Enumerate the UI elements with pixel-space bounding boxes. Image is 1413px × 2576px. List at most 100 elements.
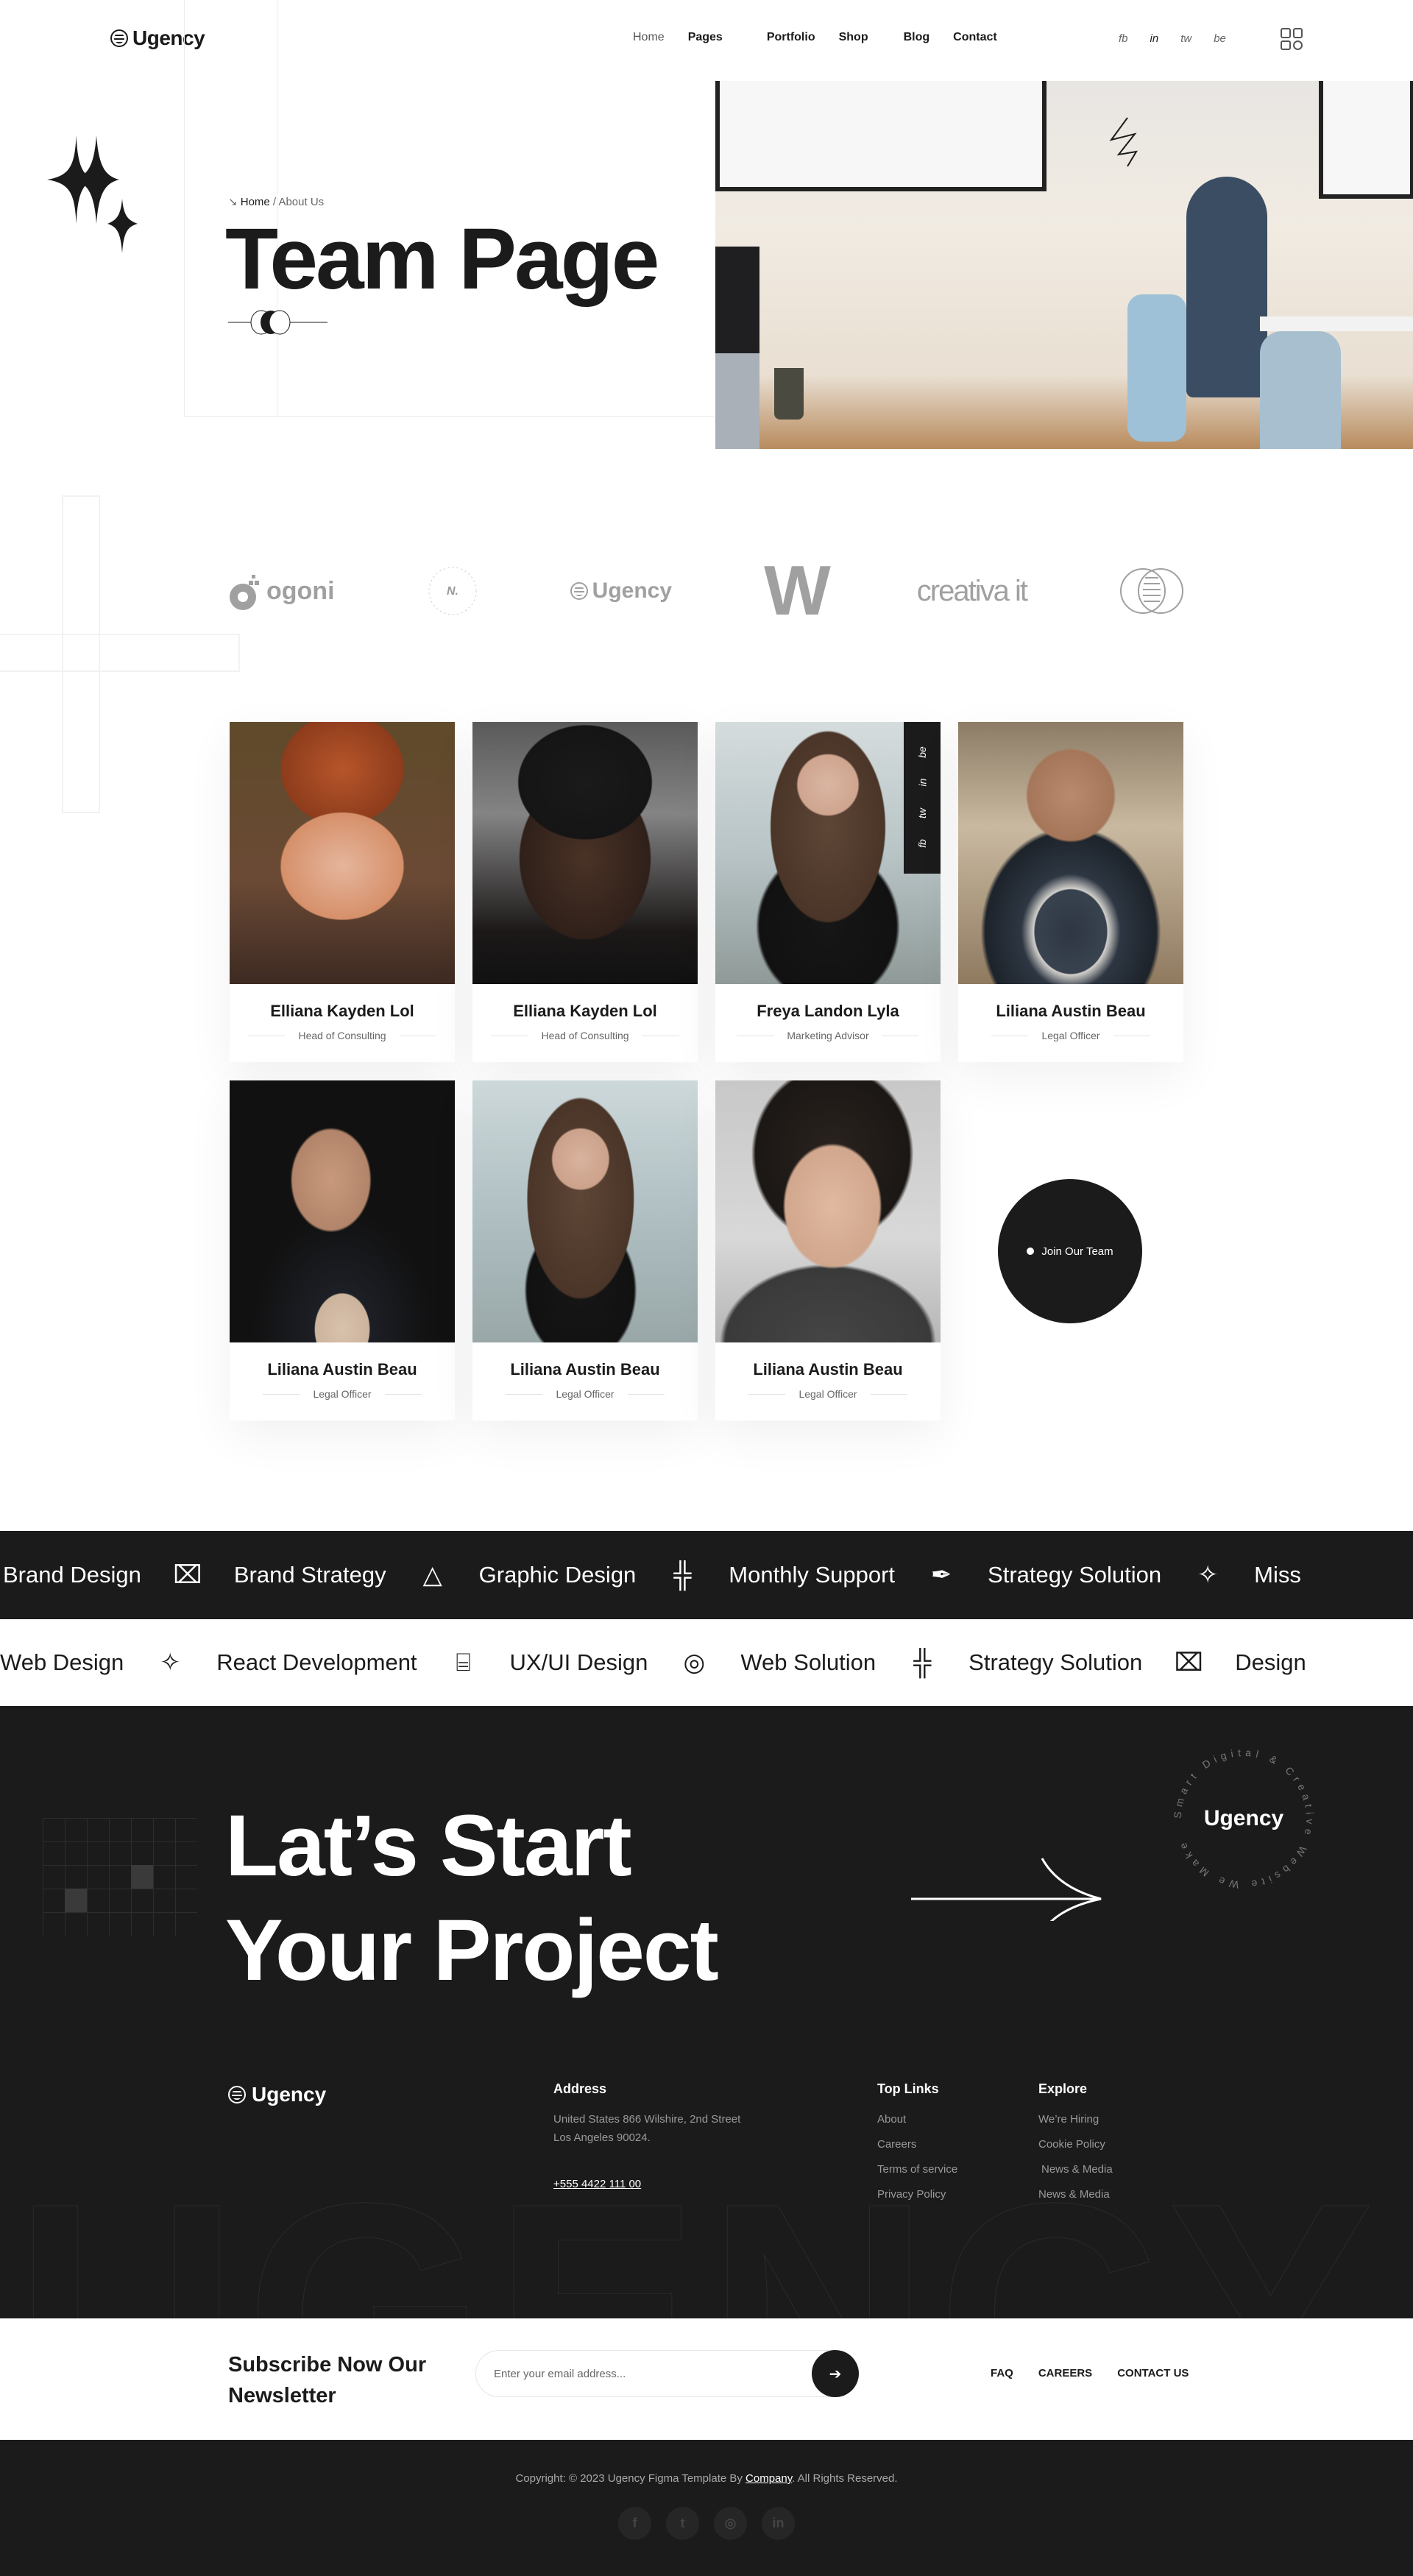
facebook-icon[interactable]: f <box>618 2507 651 2540</box>
company-link[interactable]: Company <box>746 2472 792 2485</box>
marquee-item: Miss <box>1254 1562 1301 1588</box>
member-name: Liliana Austin Beau <box>753 1360 903 1379</box>
member-role: Legal Officer <box>715 1388 941 1400</box>
member-role: Head of Consulting <box>472 1030 698 1041</box>
copyright-bar: Copyright: © 2023 Ugency Figma Template … <box>0 2440 1413 2576</box>
team-card[interactable]: Elliana Kayden Lol Head of Consulting <box>230 722 455 1062</box>
page-title: Team Page <box>225 210 659 308</box>
logo-icon <box>228 2086 246 2103</box>
member-photo <box>472 722 698 984</box>
facebook-link[interactable]: fb <box>1119 32 1128 45</box>
hero-frame <box>184 0 714 417</box>
faq-link[interactable]: FAQ <box>991 2367 1013 2379</box>
cta-footer-section: UGENCY Lat’s Start Your Project Smart Di… <box>0 1708 1413 2318</box>
nav-shop[interactable]: Shop <box>839 31 868 44</box>
footer-address: Address United States 866 Wilshire, 2nd … <box>553 2081 741 2190</box>
copyright-text: Copyright: © 2023 Ugency Figma Template … <box>515 2472 898 2485</box>
easel-icon: ⌧ <box>173 1561 202 1589</box>
subscribe-button[interactable]: ➔ <box>812 2350 859 2397</box>
footer-top-links: Top Links About Careers Terms of service… <box>877 2081 958 2201</box>
cylinder-icon: ⌸ <box>456 1649 471 1677</box>
member-photo: fb tw in be <box>715 722 941 984</box>
member-name: Liliana Austin Beau <box>996 1002 1146 1020</box>
team-card[interactable]: Liliana Austin Beau Legal Officer <box>958 722 1183 1062</box>
breadcrumb-current: About Us <box>278 196 325 208</box>
partner-logo-creativa-it[interactable]: creativa it <box>917 575 1028 608</box>
linkedin-link[interactable]: in <box>916 779 928 787</box>
footer-link-about[interactable]: About <box>877 2113 957 2126</box>
behance-link[interactable]: be <box>916 746 928 758</box>
footer-link-privacy[interactable]: Privacy Policy <box>877 2188 957 2201</box>
footer-link-news[interactable]: News & Media <box>1038 2163 1113 2176</box>
partner-logo-circles[interactable] <box>1119 567 1185 615</box>
newsletter-links: FAQ CAREERS CONTACT US <box>991 2367 1189 2379</box>
badge-center-text: Ugency <box>1203 1806 1284 1830</box>
careers-link[interactable]: CAREERS <box>1038 2367 1092 2379</box>
join-team-button[interactable]: Join Our Team <box>998 1179 1142 1323</box>
team-card[interactable]: Liliana Austin Beau Legal Officer <box>715 1080 941 1420</box>
cube-net-icon: ╬ <box>913 1649 932 1677</box>
member-social-bar: fb tw in be <box>904 722 941 874</box>
footer-socials: f t ◎ in <box>0 2507 1413 2540</box>
twitter-icon[interactable]: t <box>666 2507 699 2540</box>
asterisk-decor-icon <box>0 495 240 813</box>
breadcrumb-home[interactable]: Home <box>241 196 270 208</box>
footer-link-cookie[interactable]: Cookie Policy <box>1038 2138 1113 2151</box>
partner-logo-ogoni[interactable]: ogoni <box>228 570 335 612</box>
nav-contact[interactable]: Contact <box>953 31 997 44</box>
triangles-icon: △ <box>422 1561 442 1589</box>
partner-logo-creative-agency[interactable]: N. <box>427 565 478 617</box>
team-card[interactable]: Liliana Austin Beau Legal Officer <box>472 1080 698 1420</box>
marquee-item: Strategy Solution ⌧ <box>968 1646 1235 1680</box>
partner-logos: ogoni N. Ugency W creativa it <box>228 556 1185 626</box>
member-role: Legal Officer <box>958 1030 1183 1041</box>
nav-blog[interactable]: Blog <box>904 31 930 44</box>
facebook-link[interactable]: fb <box>916 839 928 848</box>
member-photo <box>715 1080 941 1342</box>
twitter-link[interactable]: tw <box>1180 32 1191 45</box>
behance-link[interactable]: be <box>1214 32 1226 45</box>
circles-divider-icon <box>228 310 327 335</box>
team-card[interactable]: Elliana Kayden Lol Head of Consulting <box>472 722 698 1062</box>
member-photo <box>958 722 1183 984</box>
member-role: Head of Consulting <box>230 1030 455 1041</box>
menu-grid-icon[interactable] <box>1281 28 1303 50</box>
nav-portfolio[interactable]: Portfolio <box>767 31 815 44</box>
rotating-badge[interactable]: Smart Digital & Creative Website We Make… <box>1166 1741 1321 1896</box>
footer-link-careers[interactable]: Careers <box>877 2138 957 2151</box>
partner-logo-ugency[interactable]: Ugency <box>570 578 672 604</box>
member-name: Liliana Austin Beau <box>267 1360 417 1379</box>
instagram-icon[interactable]: ◎ <box>714 2507 747 2540</box>
hero-image <box>715 81 1413 449</box>
linkedin-link[interactable]: in <box>1150 32 1159 45</box>
footer-link-terms[interactable]: Terms of service <box>877 2163 957 2176</box>
member-photo <box>230 1080 455 1342</box>
marquee-item: Brand Strategy △ <box>234 1558 479 1592</box>
phone-link[interactable]: +555 4422 111 00 <box>553 2178 740 2190</box>
twitter-link[interactable]: tw <box>916 808 928 818</box>
member-photo <box>230 722 455 984</box>
footer-brand[interactable]: Ugency <box>228 2083 326 2106</box>
arrow-right-icon[interactable] <box>911 1840 1106 1921</box>
marquee-item: Strategy Solution ✧ <box>988 1558 1254 1592</box>
newsletter-title: Subscribe Now Our Newsletter <box>228 2353 427 2408</box>
linkedin-icon[interactable]: in <box>762 2507 795 2540</box>
marquee-item: UX/UI Design ◎ <box>510 1646 741 1680</box>
member-role: Marketing Advisor <box>715 1030 941 1041</box>
marquee-item: React Development ⌸ <box>216 1646 509 1680</box>
team-card[interactable]: fb tw in be Freya Landon Lyla Marketing … <box>715 722 941 1062</box>
sparkle-icon: ✧ <box>160 1649 181 1677</box>
footer-link-hiring[interactable]: We’re Hiring <box>1038 2113 1113 2126</box>
marquee-item: Web Solution ╬ <box>740 1646 968 1680</box>
arrow-right-icon: ➔ <box>829 2366 842 2382</box>
member-name: Elliana Kayden Lol <box>513 1002 657 1020</box>
marquee-item: Web Design ✧ <box>0 1646 216 1680</box>
contact-us-link[interactable]: CONTACT US <box>1117 2367 1189 2379</box>
marquee-item: Graphic Design ╬ <box>479 1558 729 1592</box>
team-card[interactable]: Liliana Austin Beau Legal Officer <box>230 1080 455 1420</box>
partner-logo-w[interactable]: W <box>764 556 831 626</box>
easel-icon: ⌧ <box>1174 1649 1203 1677</box>
footer-link-news[interactable]: News & Media <box>1038 2188 1113 2201</box>
marquee-item: Brand Design ⌧ <box>3 1558 234 1592</box>
email-input[interactable]: Enter your email address... ➔ <box>475 2350 859 2397</box>
